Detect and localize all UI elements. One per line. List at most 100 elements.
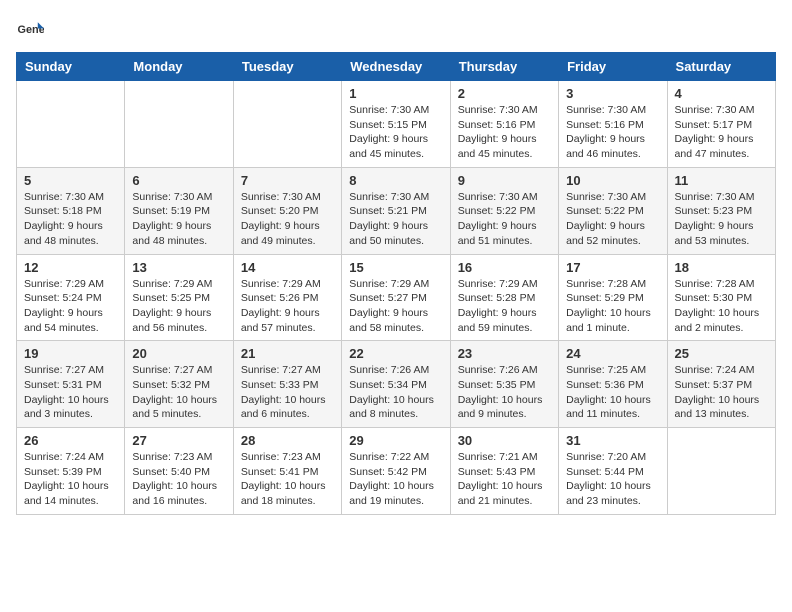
calendar-cell: 19 Sunrise: 7:27 AMSunset: 5:31 PMDayligh… <box>17 341 125 428</box>
day-info: Sunrise: 7:30 AMSunset: 5:19 PMDaylight:… <box>132 190 225 249</box>
calendar-cell: 27 Sunrise: 7:23 AMSunset: 5:40 PMDayligh… <box>125 428 233 515</box>
day-number: 27 <box>132 433 225 448</box>
day-number: 28 <box>241 433 334 448</box>
calendar-cell: 8 Sunrise: 7:30 AMSunset: 5:21 PMDaylight… <box>342 167 450 254</box>
day-info: Sunrise: 7:30 AMSunset: 5:17 PMDaylight:… <box>675 103 768 162</box>
calendar-cell: 11 Sunrise: 7:30 AMSunset: 5:23 PMDayligh… <box>667 167 775 254</box>
calendar-cell: 25 Sunrise: 7:24 AMSunset: 5:37 PMDayligh… <box>667 341 775 428</box>
calendar-cell: 21 Sunrise: 7:27 AMSunset: 5:33 PMDayligh… <box>233 341 341 428</box>
calendar-week-4: 26 Sunrise: 7:24 AMSunset: 5:39 PMDayligh… <box>17 428 776 515</box>
day-info: Sunrise: 7:22 AMSunset: 5:42 PMDaylight:… <box>349 450 442 509</box>
calendar-week-2: 12 Sunrise: 7:29 AMSunset: 5:24 PMDayligh… <box>17 254 776 341</box>
day-info: Sunrise: 7:26 AMSunset: 5:34 PMDaylight:… <box>349 363 442 422</box>
day-number: 7 <box>241 173 334 188</box>
day-info: Sunrise: 7:30 AMSunset: 5:22 PMDaylight:… <box>566 190 659 249</box>
calendar-cell: 7 Sunrise: 7:30 AMSunset: 5:20 PMDaylight… <box>233 167 341 254</box>
day-info: Sunrise: 7:28 AMSunset: 5:29 PMDaylight:… <box>566 277 659 336</box>
day-number: 23 <box>458 346 551 361</box>
calendar-cell: 31 Sunrise: 7:20 AMSunset: 5:44 PMDayligh… <box>559 428 667 515</box>
day-info: Sunrise: 7:30 AMSunset: 5:18 PMDaylight:… <box>24 190 117 249</box>
calendar-cell: 12 Sunrise: 7:29 AMSunset: 5:24 PMDayligh… <box>17 254 125 341</box>
day-info: Sunrise: 7:23 AMSunset: 5:41 PMDaylight:… <box>241 450 334 509</box>
calendar-cell: 5 Sunrise: 7:30 AMSunset: 5:18 PMDaylight… <box>17 167 125 254</box>
page-header: General <box>16 16 776 44</box>
day-info: Sunrise: 7:30 AMSunset: 5:20 PMDaylight:… <box>241 190 334 249</box>
day-info: Sunrise: 7:30 AMSunset: 5:23 PMDaylight:… <box>675 190 768 249</box>
calendar-week-0: 1Sunrise: 7:30 AMSunset: 5:15 PMDaylight… <box>17 81 776 168</box>
day-info: Sunrise: 7:25 AMSunset: 5:36 PMDaylight:… <box>566 363 659 422</box>
calendar-cell: 24 Sunrise: 7:25 AMSunset: 5:36 PMDayligh… <box>559 341 667 428</box>
day-number: 18 <box>675 260 768 275</box>
day-info: Sunrise: 7:20 AMSunset: 5:44 PMDaylight:… <box>566 450 659 509</box>
calendar-cell: 16 Sunrise: 7:29 AMSunset: 5:28 PMDayligh… <box>450 254 558 341</box>
logo: General <box>16 16 48 44</box>
calendar-cell <box>17 81 125 168</box>
day-number: 31 <box>566 433 659 448</box>
calendar-cell: 13Sunrise: 7:29 AMSunset: 5:25 PMDayligh… <box>125 254 233 341</box>
weekday-saturday: Saturday <box>667 53 775 81</box>
day-number: 17 <box>566 260 659 275</box>
calendar-week-1: 5 Sunrise: 7:30 AMSunset: 5:18 PMDaylight… <box>17 167 776 254</box>
day-number: 15 <box>349 260 442 275</box>
day-number: 16 <box>458 260 551 275</box>
weekday-monday: Monday <box>125 53 233 81</box>
calendar-header: SundayMondayTuesdayWednesdayThursdayFrid… <box>17 53 776 81</box>
day-number: 2 <box>458 86 551 101</box>
calendar-cell: 1Sunrise: 7:30 AMSunset: 5:15 PMDaylight… <box>342 81 450 168</box>
calendar-week-3: 19 Sunrise: 7:27 AMSunset: 5:31 PMDayligh… <box>17 341 776 428</box>
day-info: Sunrise: 7:30 AMSunset: 5:16 PMDaylight:… <box>458 103 551 162</box>
day-info: Sunrise: 7:29 AMSunset: 5:24 PMDaylight:… <box>24 277 117 336</box>
day-number: 26 <box>24 433 117 448</box>
calendar-cell: 20Sunrise: 7:27 AMSunset: 5:32 PMDayligh… <box>125 341 233 428</box>
day-number: 12 <box>24 260 117 275</box>
calendar-cell: 3Sunrise: 7:30 AMSunset: 5:16 PMDaylight… <box>559 81 667 168</box>
day-info: Sunrise: 7:30 AMSunset: 5:22 PMDaylight:… <box>458 190 551 249</box>
calendar-cell <box>233 81 341 168</box>
day-number: 5 <box>24 173 117 188</box>
calendar-cell: 14 Sunrise: 7:29 AMSunset: 5:26 PMDayligh… <box>233 254 341 341</box>
calendar-cell: 4Sunrise: 7:30 AMSunset: 5:17 PMDaylight… <box>667 81 775 168</box>
calendar-cell <box>125 81 233 168</box>
day-info: Sunrise: 7:24 AMSunset: 5:37 PMDaylight:… <box>675 363 768 422</box>
day-info: Sunrise: 7:27 AMSunset: 5:31 PMDaylight:… <box>24 363 117 422</box>
calendar-cell: 30Sunrise: 7:21 AMSunset: 5:43 PMDayligh… <box>450 428 558 515</box>
weekday-tuesday: Tuesday <box>233 53 341 81</box>
calendar-cell: 29 Sunrise: 7:22 AMSunset: 5:42 PMDayligh… <box>342 428 450 515</box>
day-info: Sunrise: 7:29 AMSunset: 5:25 PMDaylight:… <box>132 277 225 336</box>
day-info: Sunrise: 7:30 AMSunset: 5:21 PMDaylight:… <box>349 190 442 249</box>
day-info: Sunrise: 7:24 AMSunset: 5:39 PMDaylight:… <box>24 450 117 509</box>
day-number: 11 <box>675 173 768 188</box>
day-info: Sunrise: 7:29 AMSunset: 5:26 PMDaylight:… <box>241 277 334 336</box>
calendar-body: 1Sunrise: 7:30 AMSunset: 5:15 PMDaylight… <box>17 81 776 515</box>
calendar-table: SundayMondayTuesdayWednesdayThursdayFrid… <box>16 52 776 515</box>
day-number: 25 <box>675 346 768 361</box>
day-number: 14 <box>241 260 334 275</box>
day-info: Sunrise: 7:28 AMSunset: 5:30 PMDaylight:… <box>675 277 768 336</box>
day-number: 3 <box>566 86 659 101</box>
day-number: 30 <box>458 433 551 448</box>
calendar-cell: 23 Sunrise: 7:26 AMSunset: 5:35 PMDayligh… <box>450 341 558 428</box>
calendar-cell: 18 Sunrise: 7:28 AMSunset: 5:30 PMDayligh… <box>667 254 775 341</box>
day-info: Sunrise: 7:26 AMSunset: 5:35 PMDaylight:… <box>458 363 551 422</box>
day-info: Sunrise: 7:27 AMSunset: 5:33 PMDaylight:… <box>241 363 334 422</box>
calendar-cell: 10Sunrise: 7:30 AMSunset: 5:22 PMDayligh… <box>559 167 667 254</box>
weekday-thursday: Thursday <box>450 53 558 81</box>
day-number: 1 <box>349 86 442 101</box>
day-number: 21 <box>241 346 334 361</box>
calendar-cell: 17 Sunrise: 7:28 AMSunset: 5:29 PMDayligh… <box>559 254 667 341</box>
calendar-cell: 9Sunrise: 7:30 AMSunset: 5:22 PMDaylight… <box>450 167 558 254</box>
calendar-cell <box>667 428 775 515</box>
weekday-sunday: Sunday <box>17 53 125 81</box>
day-number: 20 <box>132 346 225 361</box>
day-number: 24 <box>566 346 659 361</box>
calendar-cell: 26 Sunrise: 7:24 AMSunset: 5:39 PMDayligh… <box>17 428 125 515</box>
day-number: 29 <box>349 433 442 448</box>
weekday-header-row: SundayMondayTuesdayWednesdayThursdayFrid… <box>17 53 776 81</box>
day-info: Sunrise: 7:29 AMSunset: 5:28 PMDaylight:… <box>458 277 551 336</box>
day-info: Sunrise: 7:23 AMSunset: 5:40 PMDaylight:… <box>132 450 225 509</box>
calendar-cell: 22Sunrise: 7:26 AMSunset: 5:34 PMDayligh… <box>342 341 450 428</box>
calendar-cell: 28 Sunrise: 7:23 AMSunset: 5:41 PMDayligh… <box>233 428 341 515</box>
day-number: 19 <box>24 346 117 361</box>
day-number: 8 <box>349 173 442 188</box>
day-number: 6 <box>132 173 225 188</box>
